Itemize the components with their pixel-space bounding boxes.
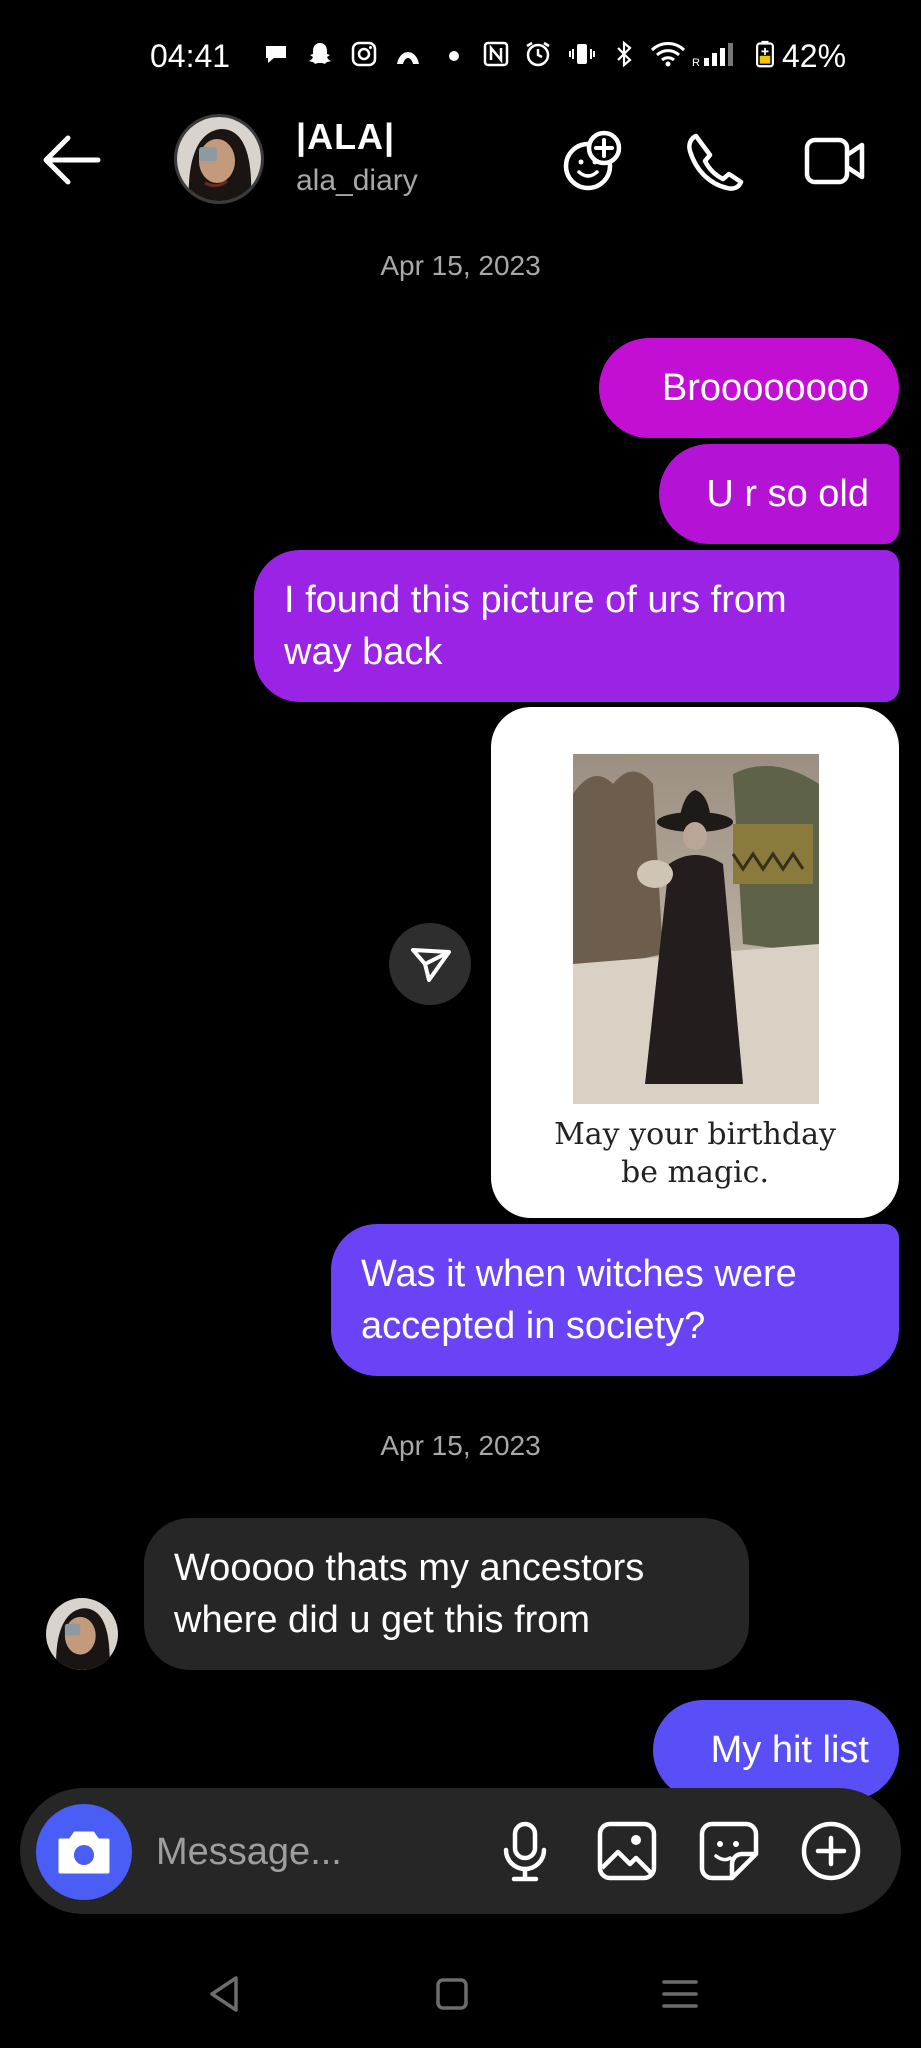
contact-username[interactable]: ala_diary [296,164,418,198]
add-people-icon[interactable] [558,128,628,194]
snapchat-icon [309,43,331,64]
message-text-line: I found this picture of urs from [284,579,787,621]
gallery-icon[interactable] [594,1818,660,1884]
vintage-witch-photo [573,754,819,1104]
message-text: U r so old [706,473,869,515]
shared-image[interactable]: May your birthday be magic. [491,707,899,1218]
message-bubble-outgoing[interactable]: Was it when witches were accepted in soc… [331,1224,899,1376]
add-circle-icon[interactable] [798,1818,864,1884]
bluetooth-icon [617,40,632,68]
message-bubble-outgoing[interactable]: I found this picture of urs from way bac… [254,550,899,702]
message-text-line: where did u get this from [174,1599,591,1641]
message-text: My hit list [710,1729,869,1771]
wifi-icon [650,42,686,67]
message-text-line: accepted in society? [361,1305,706,1347]
nfc-icon [483,41,509,67]
chat-bubble-icon [266,46,286,63]
send-icon [411,948,451,982]
status-time: 04:41 [150,38,231,74]
sticker-icon[interactable] [696,1818,762,1884]
battery-percentage: 42% [782,38,847,74]
card-caption: May your birthday [554,1117,836,1152]
date-divider: Apr 15, 2023 [380,250,541,281]
message-bubble-outgoing[interactable]: My hit list [653,1700,899,1800]
back-arrow-icon[interactable] [38,130,108,190]
video-call-icon[interactable] [800,128,870,194]
microphone-icon[interactable] [492,1818,558,1884]
message-bubble-outgoing[interactable]: Broooooooo [599,338,899,438]
sender-avatar[interactable] [46,1598,118,1670]
message-bubble-outgoing[interactable]: U r so old [659,444,899,544]
message-text-line: way back [284,631,443,673]
message-input[interactable] [154,1818,488,1886]
message-bubble-incoming[interactable]: Wooooo thats my ancestors where did u ge… [144,1518,749,1670]
contact-name[interactable]: |ALA| [296,116,395,158]
avatar-image [46,1598,118,1670]
battery-icon [756,40,774,68]
dot-icon [449,51,459,61]
signal-icon: R [692,43,733,68]
message-text: Broooooooo [661,367,869,409]
vibrate-icon [569,44,595,64]
message-composer [20,1788,901,1914]
date-divider: Apr 15, 2023 [380,1430,541,1461]
message-text-line: Was it when witches were [361,1253,797,1295]
message-text-line: Wooooo thats my ancestors [174,1547,645,1589]
nav-home-icon[interactable] [422,1964,482,2024]
card-caption: be magic. [621,1155,769,1190]
instagram-icon [351,41,377,67]
camera-icon [58,1831,110,1874]
phone-icon[interactable] [680,128,750,194]
avatar-image [177,117,261,201]
share-button[interactable] [389,923,471,1005]
svg-text:R: R [692,57,700,68]
contact-avatar[interactable] [174,114,264,204]
camera-button[interactable] [36,1804,132,1900]
arc-icon [397,52,419,64]
alarm-icon [526,41,550,67]
nav-back-icon[interactable] [194,1964,254,2024]
nav-menu-icon[interactable] [650,1964,710,2024]
